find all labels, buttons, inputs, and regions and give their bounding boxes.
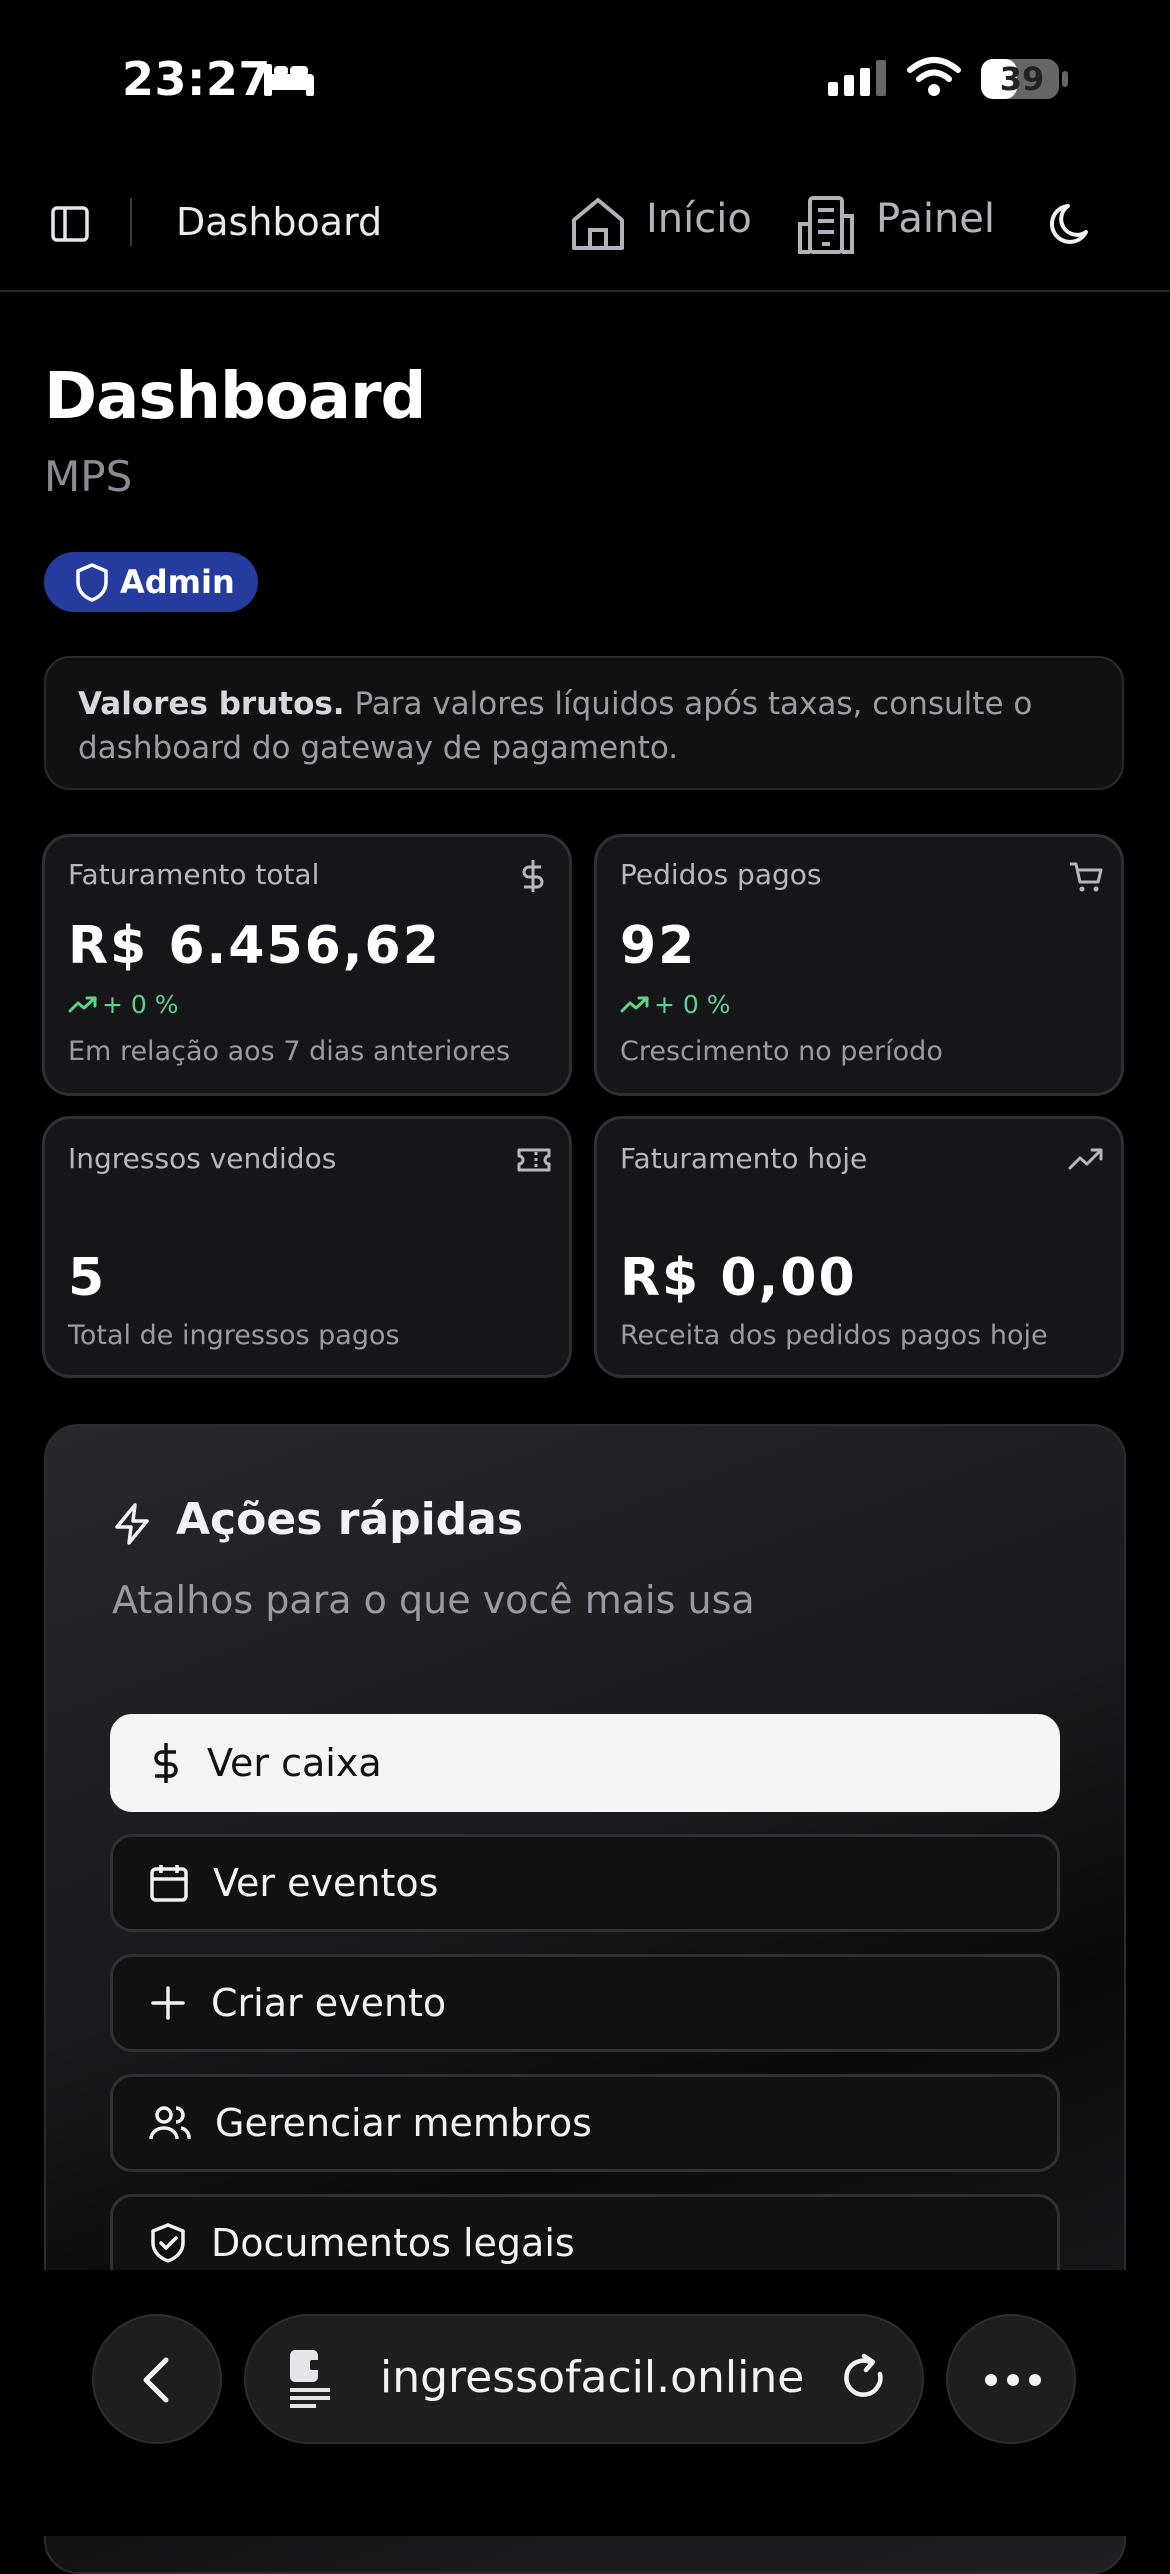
ticket-icon — [516, 1146, 552, 1174]
criar-evento-button[interactable]: Criar evento — [110, 1954, 1060, 2052]
signal-icon — [828, 60, 890, 96]
stat-label: Faturamento hoje — [620, 1142, 868, 1175]
site-settings-icon[interactable] — [286, 2346, 336, 2408]
nav-title: Dashboard — [176, 200, 383, 244]
home-icon[interactable] — [568, 194, 628, 254]
ver-eventos-label: Ver eventos — [213, 1861, 439, 1905]
users-icon — [149, 2106, 191, 2140]
notice-bold: Valores brutos. — [78, 686, 345, 722]
more-button[interactable] — [946, 2314, 1076, 2444]
stat-trend: + 0 % — [68, 990, 179, 1019]
role-badge-label: Admin — [120, 563, 235, 601]
battery-level: 39 — [999, 60, 1045, 98]
plus-icon — [151, 1986, 185, 2020]
url-text[interactable]: ingressofacil.online — [380, 2352, 804, 2403]
stat-value: 92 — [620, 916, 697, 976]
stat-desc: Crescimento no período — [620, 1036, 943, 1067]
gerenciar-membros-button[interactable]: Gerenciar membros — [110, 2074, 1060, 2172]
stat-desc: Receita dos pedidos pagos hoje — [620, 1320, 1048, 1351]
stat-trend-value: + 0 % — [102, 990, 179, 1019]
ver-caixa-button[interactable]: Ver caixa — [110, 1714, 1060, 1812]
notice-text: Valores brutos. Para valores líquidos ap… — [78, 682, 1088, 770]
stat-label: Pedidos pagos — [620, 858, 822, 891]
stat-label: Ingressos vendidos — [68, 1142, 337, 1175]
stat-value: 5 — [68, 1248, 107, 1308]
moon-icon[interactable] — [1046, 198, 1098, 250]
wifi-icon — [906, 56, 962, 98]
trending-up-icon — [1068, 1146, 1104, 1172]
sidebar-toggle-icon[interactable] — [50, 204, 90, 244]
quick-actions-title: Ações rápidas — [176, 1494, 524, 1545]
more-dots-icon — [985, 2374, 1041, 2386]
page-title: Dashboard — [44, 360, 426, 434]
shield-check-icon — [151, 2223, 185, 2263]
role-badge: Admin — [44, 552, 258, 612]
bed-icon — [262, 60, 316, 98]
stat-desc: Em relação aos 7 dias anteriores — [68, 1036, 511, 1067]
ver-caixa-label: Ver caixa — [207, 1741, 382, 1785]
lightning-icon — [110, 1502, 154, 1546]
stat-trend-value: + 0 % — [654, 990, 731, 1019]
stat-trend: + 0 % — [620, 990, 731, 1019]
stat-value: R$ 0,00 — [620, 1248, 857, 1308]
page-subtitle: MPS — [44, 452, 133, 501]
nav-link-inicio[interactable]: Início — [646, 196, 752, 242]
documentos-legais-label: Documentos legais — [211, 2221, 575, 2265]
dollar-icon — [518, 858, 548, 894]
building-icon[interactable] — [796, 194, 856, 256]
nav-divider — [130, 198, 132, 246]
stat-label: Faturamento total — [68, 858, 320, 891]
stat-desc: Total de ingressos pagos — [68, 1320, 400, 1351]
ver-eventos-button[interactable]: Ver eventos — [110, 1834, 1060, 1932]
dollar-icon — [154, 1743, 178, 1783]
chevron-left-icon — [143, 2357, 169, 2403]
status-time: 23:27 — [122, 52, 271, 106]
stat-value: R$ 6.456,62 — [68, 916, 441, 976]
cart-icon — [1068, 860, 1104, 894]
trend-up-icon — [68, 996, 97, 1012]
calendar-icon — [150, 1865, 188, 1902]
gerenciar-membros-label: Gerenciar membros — [215, 2101, 592, 2145]
nav-link-painel[interactable]: Painel — [876, 196, 995, 242]
quick-actions-subtitle: Atalhos para o que você mais usa — [112, 1578, 755, 1622]
criar-evento-label: Criar evento — [211, 1981, 447, 2025]
back-button[interactable] — [92, 2314, 222, 2444]
trend-up-icon — [620, 996, 649, 1012]
reload-icon[interactable] — [840, 2352, 890, 2406]
shield-icon — [76, 563, 108, 602]
